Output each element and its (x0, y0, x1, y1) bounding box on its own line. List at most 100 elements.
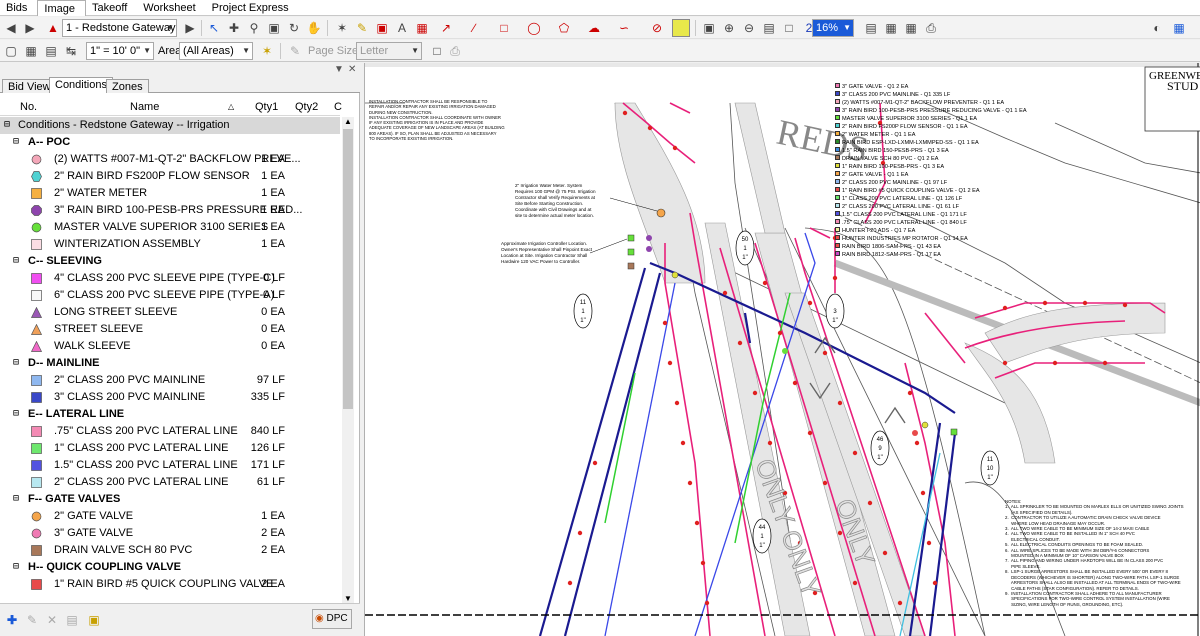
condition-row[interactable]: 1" CLASS 200 PVC LATERAL LINE 126 LF (0, 440, 340, 457)
tab-zones[interactable]: Zones (106, 79, 149, 93)
delete-condition-icon[interactable]: ✕ (44, 612, 60, 628)
scroll-down-icon[interactable]: ▼ (344, 594, 352, 603)
back-icon[interactable]: ◀ (2, 19, 20, 37)
next-page-icon[interactable]: ▶ (181, 19, 199, 37)
col-qty1[interactable]: Qty1 (255, 101, 278, 113)
zoom-tool-icon[interactable]: ⚲ (245, 19, 263, 37)
sort-icon[interactable]: △ (228, 102, 234, 111)
crosshair-icon[interactable]: ✚ (225, 19, 243, 37)
condition-row[interactable]: 3" RAIN BIRD 100-PESB-PRS PRESSURE RED..… (0, 202, 340, 219)
collapse-icon[interactable]: ⊟ (13, 493, 19, 505)
select-cursor-icon[interactable]: ↖ (205, 19, 223, 37)
zoom-in-icon[interactable]: ⊕ (720, 19, 738, 37)
condition-row[interactable]: 4" CLASS 200 PVC SLEEVE PIPE (TYPE-C) 0 L… (0, 270, 340, 287)
page-marker-icon[interactable]: ▲ (44, 19, 62, 37)
condition-row[interactable]: MASTER VALVE SUPERIOR 3100 SERIES 1 EA (0, 219, 340, 236)
col-no[interactable]: No. (20, 101, 37, 113)
ellipse-tool-icon[interactable]: ◯ (525, 19, 543, 37)
layers-icon[interactable]: ▦ (882, 19, 900, 37)
menu-tab-takeoff[interactable]: Takeoff (86, 0, 137, 16)
menu-tab-worksheet[interactable]: Worksheet (137, 0, 205, 16)
condition-row[interactable]: 3" GATE VALVE 2 EA (0, 525, 340, 542)
collapse-icon[interactable]: ⊟ (13, 136, 19, 148)
condition-row[interactable]: 2" RAIN BIRD FS200P FLOW SENSOR 1 EA (0, 168, 340, 185)
section-row[interactable]: ⊟ C-- SLEEVING (0, 253, 340, 270)
condition-row[interactable]: 1.5" CLASS 200 PVC LATERAL LINE 171 LF (0, 457, 340, 474)
zoom-select[interactable]: 16% ▼ (812, 19, 854, 37)
col-name[interactable]: Name (130, 101, 159, 113)
section-row[interactable]: ⊟ A-- POC (0, 134, 340, 151)
zoom-out-icon[interactable]: ⊖ (740, 19, 758, 37)
scrollbar-thumb[interactable] (343, 129, 353, 409)
menu-tab-bids[interactable]: Bids (0, 0, 37, 16)
section-row[interactable]: ⊟ E-- LATERAL LINE (0, 406, 340, 423)
condition-row[interactable]: LONG STREET SLEEVE 0 EA (0, 304, 340, 321)
new-folder-icon[interactable]: ▣ (86, 612, 102, 628)
condition-row[interactable]: 2" WATER METER 1 EA (0, 185, 340, 202)
condition-row[interactable]: 2" GATE VALVE 1 EA (0, 508, 340, 525)
collapse-icon[interactable]: ⊟ (13, 561, 19, 573)
no-entry-icon[interactable]: ⊘ (648, 19, 666, 37)
add-condition-icon[interactable]: ✚ (4, 612, 20, 628)
condition-row[interactable]: (2) WATTS #007-M1-QT-2" BACKFLOW PREVE..… (0, 151, 340, 168)
text-annotation-icon[interactable]: A (393, 19, 411, 37)
rectangle-tool-icon[interactable]: □ (495, 19, 513, 37)
scroll-up-icon[interactable]: ▲ (344, 117, 352, 126)
collapse-icon[interactable]: ⊟ (13, 255, 19, 267)
collapse-icon[interactable]: ⊟ (4, 119, 10, 131)
panel-layout-icon[interactable]: ▦ (1170, 19, 1188, 37)
thumbnails-icon[interactable]: ▦ (22, 42, 40, 60)
sticky-note-icon[interactable] (672, 19, 690, 37)
col-extra[interactable]: C (334, 101, 342, 113)
condition-row[interactable]: 1" RAIN BIRD #5 QUICK COUPLING VALVE 2 EA (0, 576, 340, 593)
condition-row[interactable]: STREET SLEEVE 0 EA (0, 321, 340, 338)
forward-icon[interactable]: ▶ (21, 19, 39, 37)
new-page-icon[interactable]: □ (428, 42, 446, 60)
close-icon[interactable]: ✕ (348, 64, 356, 75)
pin-icon[interactable]: ▼ (334, 64, 344, 75)
condition-row[interactable]: .75" CLASS 200 PVC LATERAL LINE 840 LF (0, 423, 340, 440)
scale-icon[interactable]: ↹ (62, 42, 80, 60)
collapse-icon[interactable]: ⊟ (13, 408, 19, 420)
scale-select[interactable]: 1" = 10' 0" ▼ (86, 42, 154, 60)
collapse-icon[interactable]: ⊟ (13, 357, 19, 369)
copy-condition-icon[interactable]: ▤ (64, 612, 80, 628)
tab-conditions[interactable]: Conditions (49, 77, 113, 93)
zoom-fit-icon[interactable]: ▣ (700, 19, 718, 37)
single-page-icon[interactable]: □ (780, 19, 798, 37)
polygon-tool-icon[interactable]: ⬠ (555, 19, 573, 37)
contrast-icon[interactable]: ◐ (1148, 19, 1166, 37)
print-icon[interactable]: ⎙ (922, 19, 940, 37)
area-wand-icon[interactable]: ✶ (258, 42, 276, 60)
condition-group-row[interactable]: ⊟ Conditions - Redstone Gateway -- Irriga… (0, 117, 340, 134)
edit-condition-icon[interactable]: ✎ (24, 612, 40, 628)
highlighter-icon[interactable]: ✎ (353, 19, 371, 37)
rotate-icon[interactable]: ↻ (285, 19, 303, 37)
section-row[interactable]: ⊟ D-- MAINLINE (0, 355, 340, 372)
area-select[interactable]: (All Areas) ▼ (179, 42, 253, 60)
condition-row[interactable]: WINTERIZATION ASSEMBLY 1 EA (0, 236, 340, 253)
page-select[interactable]: 1 - Redstone Gateway Bl ▼ (62, 19, 177, 37)
freehand-tool-icon[interactable]: ∽ (615, 19, 633, 37)
col-qty2[interactable]: Qty2 (295, 101, 318, 113)
condition-row[interactable]: 2" CLASS 200 PVC MAINLINE 97 LF (0, 372, 340, 389)
condition-row[interactable]: 6" CLASS 200 PVC SLEEVE PIPE (TYPE-A) 0 L… (0, 287, 340, 304)
drawing-canvas[interactable]: REDS ONLY ONLY ONLY 50 1 1" 11 1 1" 3 1" 46 9 1" 11… (364, 63, 1200, 636)
line-tool-icon[interactable]: ∕ (465, 19, 483, 37)
menu-tab-image[interactable]: Image (37, 0, 86, 16)
magic-wand-icon[interactable]: ✶ (333, 19, 351, 37)
print-page-icon[interactable]: ⎙ (446, 42, 464, 60)
stamp-icon[interactable]: ▣ (373, 19, 391, 37)
grid-icon[interactable]: ▦ (902, 19, 920, 37)
dpc-button[interactable]: ◉ DPC (312, 609, 352, 629)
zoom-width-icon[interactable]: ▤ (760, 19, 778, 37)
condition-row[interactable]: 2" CLASS 200 PVC LATERAL LINE 61 LF (0, 474, 340, 491)
list-scrollbar[interactable]: ▲ ▼ (342, 117, 354, 603)
condition-row[interactable]: 3" CLASS 200 PVC MAINLINE 335 LF (0, 389, 340, 406)
section-row[interactable]: ⊟ H-- QUICK COUPLING VALVE (0, 559, 340, 576)
menu-tab-project-express[interactable]: Project Express (206, 0, 299, 16)
callout-icon[interactable]: ▦ (413, 19, 431, 37)
section-row[interactable]: ⊟ F-- GATE VALVES (0, 491, 340, 508)
arrow-tool-icon[interactable]: ↗ (437, 19, 455, 37)
view-icon[interactable]: ▤ (862, 19, 880, 37)
